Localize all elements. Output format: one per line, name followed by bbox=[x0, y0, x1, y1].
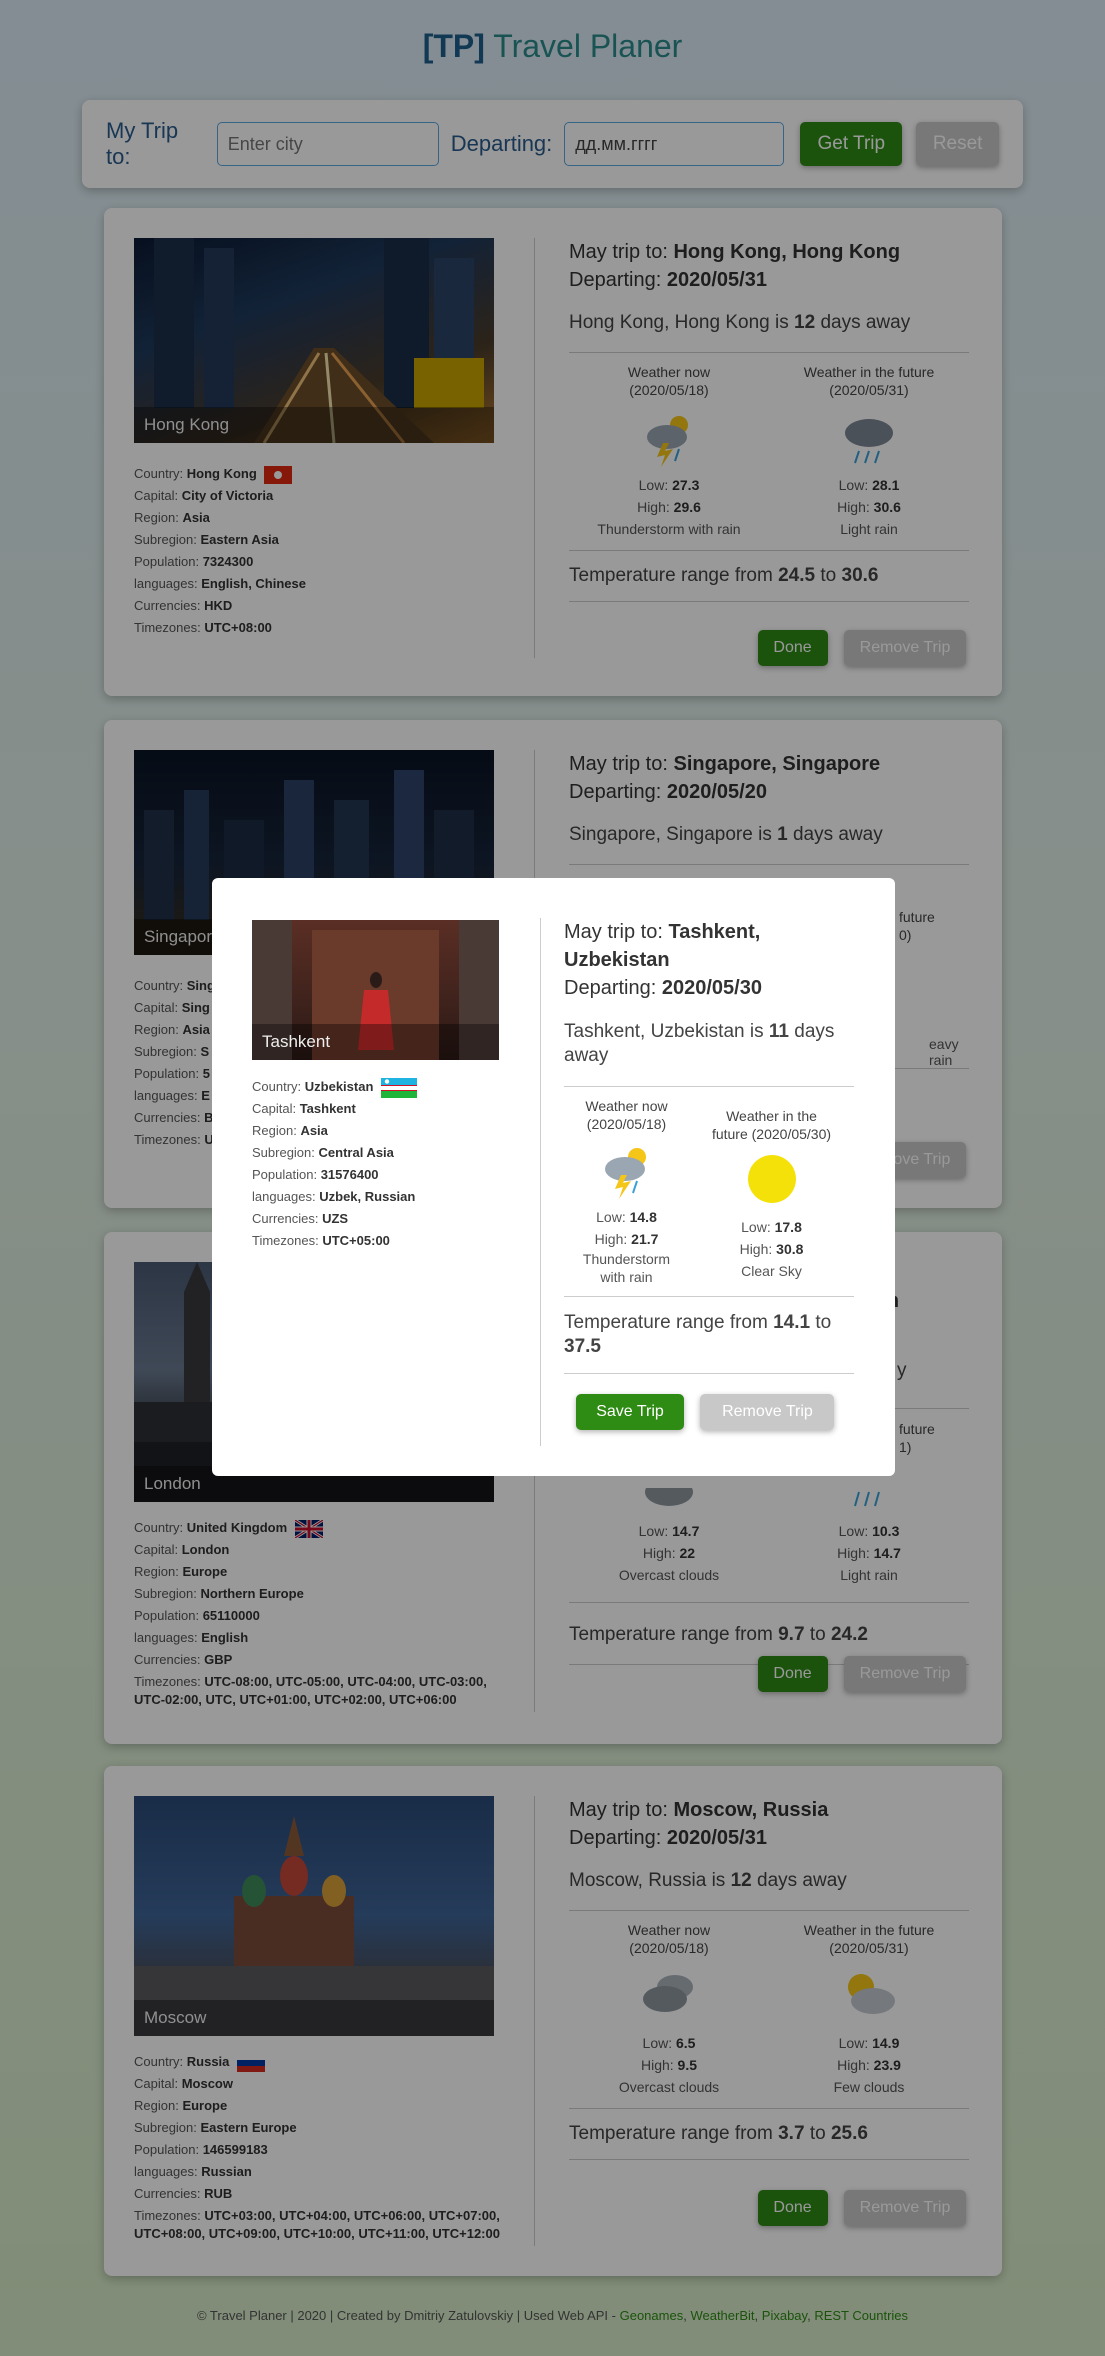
capital-value: Tashkent bbox=[299, 1101, 356, 1116]
range-high: 37.5 bbox=[564, 1336, 601, 1357]
trip-details: May trip to: Tashkent, Uzbekistan Depart… bbox=[564, 918, 854, 1430]
clear-sky-sun-icon bbox=[747, 1155, 796, 1203]
divider bbox=[564, 1296, 854, 1297]
region-label: Region: bbox=[252, 1123, 297, 1138]
subregion-label: Subregion: bbox=[252, 1145, 315, 1160]
low-label: Low: bbox=[596, 1209, 626, 1225]
future-high-value: 30.8 bbox=[776, 1241, 804, 1257]
days-away: Tashkent, Uzbekistan is 11 days away bbox=[564, 1020, 854, 1068]
now-high-value: 21.7 bbox=[631, 1231, 659, 1247]
remove-trip-button[interactable]: Remove Trip bbox=[700, 1394, 835, 1430]
timezones-value: UTC+05:00 bbox=[322, 1233, 390, 1248]
timezones-label: Timezones: bbox=[252, 1233, 319, 1248]
weather-grid: Weather now (2020/05/18) Low: 14.8 High: … bbox=[564, 1097, 854, 1288]
subregion-value: Central Asia bbox=[318, 1145, 394, 1160]
weather-now-heading: Weather now bbox=[585, 1098, 668, 1114]
city-photo: Tashkent bbox=[252, 920, 499, 1060]
trip-preview-modal: Tashkent Country: Uzbekistan Capital: Ta… bbox=[212, 878, 895, 1476]
divider bbox=[564, 1086, 854, 1087]
trip-prefix: May trip to: bbox=[564, 921, 663, 943]
currencies-value: UZS bbox=[322, 1211, 349, 1226]
weather-now-date: (2020/05/18) bbox=[586, 1116, 667, 1132]
range-low: 14.1 bbox=[773, 1312, 811, 1333]
range-prefix: Temperature range from bbox=[564, 1312, 768, 1333]
thunderstorm-icon bbox=[604, 1148, 646, 1199]
days-suffix-cont: away bbox=[564, 1045, 609, 1066]
weather-future-heading: Weather in the bbox=[726, 1108, 817, 1124]
modal-divider bbox=[540, 918, 541, 1446]
now-description: Thunderstorm with rain bbox=[583, 1250, 670, 1286]
divider bbox=[564, 1373, 854, 1374]
weather-future-date: future (2020/05/30) bbox=[711, 1126, 832, 1142]
temperature-range: Temperature range from 14.1 to 37.5 bbox=[564, 1311, 854, 1359]
days-count: 11 bbox=[768, 1021, 789, 1042]
weather-future: Weather in the future (2020/05/30) Low: 1… bbox=[689, 1097, 854, 1288]
languages-label: languages: bbox=[252, 1189, 316, 1204]
trip-destination-cont: Uzbekistan bbox=[564, 949, 670, 971]
future-low-value: 17.8 bbox=[774, 1219, 802, 1235]
modal-actions: Save Trip Remove Trip bbox=[564, 1394, 854, 1430]
weather-now: Weather now (2020/05/18) Low: 14.8 High: … bbox=[564, 1097, 689, 1288]
high-label: High: bbox=[594, 1231, 628, 1247]
trip-title: May trip to: Tashkent, Uzbekistan Depart… bbox=[564, 918, 854, 1002]
range-mid: to bbox=[815, 1312, 832, 1333]
days-suffix: days bbox=[794, 1021, 835, 1042]
languages-value: Uzbek, Russian bbox=[319, 1189, 416, 1204]
trip-destination: Tashkent, bbox=[668, 921, 761, 943]
now-low-value: 14.8 bbox=[629, 1209, 657, 1225]
country-label: Country: bbox=[252, 1079, 302, 1094]
high-label: High: bbox=[739, 1241, 773, 1257]
trip-departing-date: 2020/05/30 bbox=[661, 977, 762, 999]
country-value: Uzbekistan bbox=[304, 1079, 374, 1094]
future-description: Clear Sky bbox=[741, 1263, 802, 1279]
capital-label: Capital: bbox=[252, 1101, 297, 1116]
now-description-line1: Thunderstorm bbox=[582, 1251, 671, 1267]
low-label: Low: bbox=[741, 1219, 771, 1235]
population-value: 31576400 bbox=[320, 1167, 379, 1182]
save-trip-button[interactable]: Save Trip bbox=[576, 1394, 684, 1430]
city-photo-label: Tashkent bbox=[252, 1024, 499, 1060]
days-destination: Tashkent, Uzbekistan is bbox=[564, 1021, 764, 1042]
uzbekistan-flag-icon bbox=[381, 1077, 418, 1098]
region-value: Asia bbox=[300, 1123, 328, 1138]
population-label: Population: bbox=[252, 1167, 318, 1182]
now-description-line2: with rain bbox=[600, 1269, 653, 1285]
departing-prefix: Departing: bbox=[564, 977, 657, 999]
currencies-label: Currencies: bbox=[252, 1211, 319, 1226]
